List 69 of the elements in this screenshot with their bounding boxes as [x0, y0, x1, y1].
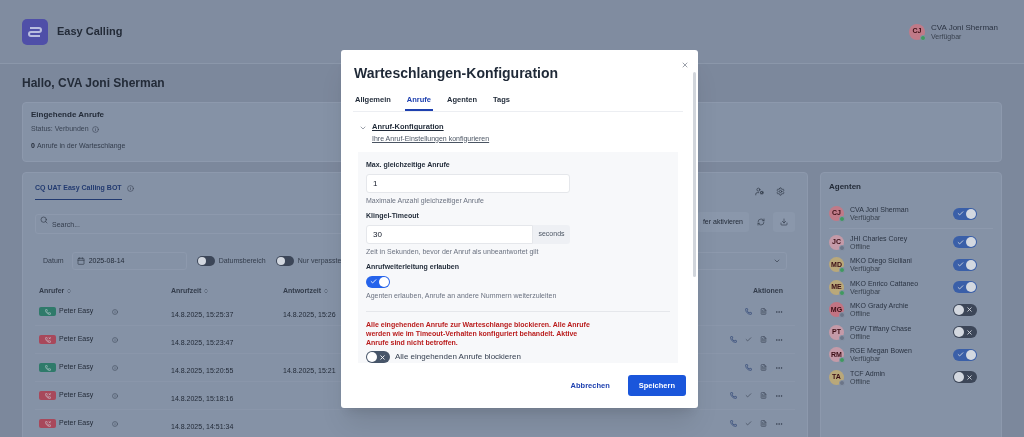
- chevron-icon: [773, 257, 781, 265]
- input-field[interactable]: 30: [366, 224, 533, 244]
- check-icon[interactable]: [745, 420, 752, 427]
- card-title: Agenten: [829, 181, 862, 193]
- document-icon[interactable]: [760, 336, 767, 343]
- search-icon: [40, 215, 48, 224]
- agent-toggle[interactable]: [953, 236, 977, 249]
- x-icon: [379, 353, 386, 361]
- phone-icon: [44, 308, 51, 315]
- app-logo: [22, 18, 48, 45]
- info-icon: [112, 308, 118, 315]
- download-button[interactable]: [773, 211, 795, 232]
- dialog-title: Warteschlangen-Konfiguration: [354, 64, 559, 83]
- check-icon[interactable]: [745, 336, 752, 343]
- call-icon[interactable]: [730, 420, 737, 427]
- toggle-switch[interactable]: [275, 256, 294, 266]
- user-settings-icon[interactable]: [755, 186, 764, 196]
- document-icon[interactable]: [760, 420, 767, 427]
- input-field[interactable]: 1: [366, 173, 570, 193]
- call-icon[interactable]: [745, 308, 752, 315]
- sort-icon[interactable]: [323, 288, 330, 294]
- scrollbar[interactable]: [693, 72, 696, 277]
- missed-call-icon: [44, 392, 51, 399]
- agent-toggle[interactable]: [953, 326, 977, 339]
- info-icon: [112, 336, 118, 343]
- download-icon: [780, 217, 788, 226]
- user-name: CVA Joni Sherman: [931, 23, 998, 32]
- missed-call-icon: [44, 420, 51, 427]
- toggle-label: Alle eingehenden Anrufe blockieren: [395, 351, 521, 363]
- document-icon[interactable]: [760, 308, 767, 315]
- agent-toggle[interactable]: [953, 348, 977, 361]
- info-icon: [126, 185, 134, 193]
- info-icon: [112, 392, 118, 399]
- check-icon: [370, 278, 377, 285]
- refresh-icon[interactable]: [757, 217, 765, 226]
- sort-icon[interactable]: [203, 288, 210, 294]
- sort-icon[interactable]: [66, 288, 73, 294]
- agent-toggle[interactable]: [953, 371, 977, 384]
- close-icon[interactable]: [681, 61, 689, 69]
- card-title: Eingehende Anrufe: [31, 109, 106, 121]
- x-icon: [966, 328, 973, 336]
- agent-toggle[interactable]: [953, 281, 977, 294]
- check-icon: [957, 351, 964, 359]
- agent-toggle[interactable]: [953, 303, 977, 316]
- settings-icon[interactable]: [776, 186, 785, 196]
- agent-toggle[interactable]: [953, 207, 977, 220]
- info-icon: [112, 420, 118, 427]
- agent-toggle[interactable]: [953, 258, 977, 271]
- document-icon[interactable]: [760, 364, 767, 371]
- check-icon: [957, 210, 964, 217]
- call-icon[interactable]: [730, 336, 737, 343]
- toggle-switch[interactable]: [196, 256, 215, 266]
- missed-call-icon: [44, 336, 51, 343]
- phone-icon: [44, 364, 51, 371]
- calendar-icon: [76, 257, 85, 265]
- block-calls-toggle[interactable]: [366, 351, 390, 363]
- document-icon[interactable]: [760, 392, 767, 399]
- call-icon[interactable]: [745, 364, 752, 371]
- x-icon: [966, 373, 973, 381]
- forwarding-toggle[interactable]: [366, 275, 390, 288]
- check-icon: [957, 261, 964, 269]
- check-icon[interactable]: [745, 392, 752, 399]
- info-icon: [91, 125, 99, 133]
- check-icon: [957, 238, 964, 246]
- info-icon: [112, 364, 118, 371]
- app-name: Easy Calling: [57, 24, 123, 40]
- x-icon: [966, 306, 973, 314]
- check-icon: [957, 283, 964, 291]
- call-icon[interactable]: [730, 392, 737, 399]
